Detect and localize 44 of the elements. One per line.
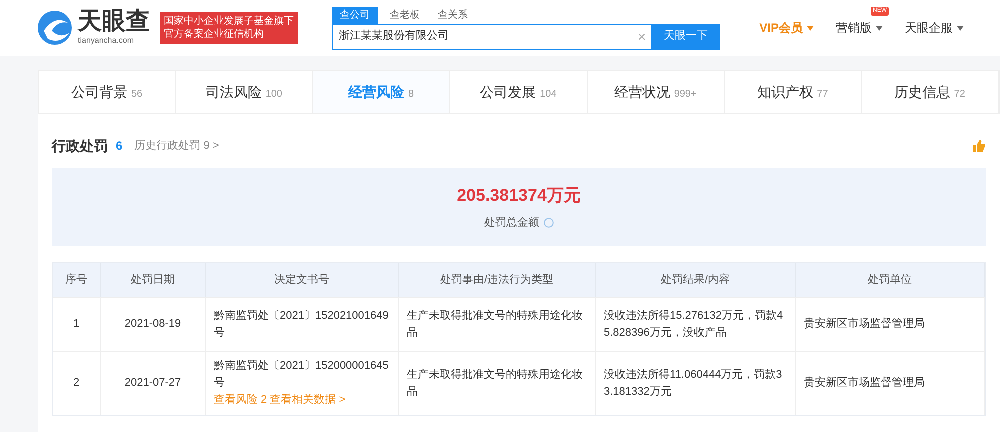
table-cell-text: 生产未取得批准文号的特殊用途化妆品 xyxy=(407,308,584,340)
total-amount: 205.381374万元 xyxy=(457,185,581,207)
section-count: 6 xyxy=(116,138,123,155)
thumb-icon[interactable] xyxy=(972,140,986,152)
nav-tab[interactable]: 公司背景 56 xyxy=(39,71,176,113)
nav-tab[interactable]: 历史信息 72 xyxy=(862,71,999,113)
top-link[interactable]: 营销版 xyxy=(836,19,872,37)
table-cell-text: 生产未取得批准文号的特殊用途化妆品 xyxy=(407,368,584,400)
caret-icon xyxy=(876,26,883,30)
column-header: 决定文书号 xyxy=(206,263,399,297)
total-label: 处罚总金额 xyxy=(484,216,540,230)
nav-tab[interactable]: 公司发展 104 xyxy=(450,71,588,113)
caret-icon xyxy=(957,26,964,30)
table-cell-text: 没收违法所得11.060444万元，罚款33.181332万元 xyxy=(604,368,784,400)
table-cell-text: 黔南监罚处〔2021〕152021001649号 xyxy=(214,308,390,340)
banner-text: 国家中小企业发展子基金旗下 xyxy=(164,15,294,28)
nav-tab[interactable]: 知识产权 77 xyxy=(724,71,862,113)
column-header: 处罚日期 xyxy=(101,263,206,297)
table-cell-text: 2021-07-27 xyxy=(124,376,182,391)
table-cell-text: 贵安新区市场监督管理局 xyxy=(804,376,926,391)
nav-tab[interactable]: 经营状况 999+ xyxy=(588,71,725,113)
table-cell-text: 贵安新区市场监督管理局 xyxy=(804,316,926,332)
table-cell-text: 2 xyxy=(73,376,80,391)
table-cell-text: 1 xyxy=(73,317,80,332)
column-header: 序号 xyxy=(53,263,101,297)
search-tab[interactable]: 查老板 xyxy=(384,6,426,24)
table-cell-text: 2021-08-19 xyxy=(124,317,182,332)
table-cell-text: 黔南监罚处〔2021〕152000001645号 xyxy=(214,359,390,391)
section-title: 行政处罚 xyxy=(52,136,108,156)
search-field[interactable]: 浙江某某股份有限公司 xyxy=(332,24,652,50)
close-icon[interactable] xyxy=(639,34,645,40)
logo-domain: tianyancha.com xyxy=(78,35,136,47)
column-header: 处罚事由/违法行为类型 xyxy=(399,263,596,297)
table-cell-text: 没收违法所得15.276132万元，罚款45.828396万元，没收产品 xyxy=(604,308,784,340)
eye-logo-icon xyxy=(36,9,74,47)
logo-name: 天眼查 xyxy=(78,9,150,35)
banner-text: 官方备案企业征信机构 xyxy=(164,28,265,41)
column-header: 处罚单位 xyxy=(796,263,985,297)
top-link[interactable]: 天眼企服 xyxy=(905,19,953,37)
search-tab[interactable]: 查关系 xyxy=(432,6,474,24)
history-link[interactable]: 历史行政处罚 9 > xyxy=(134,138,220,154)
caret-icon xyxy=(807,26,814,30)
column-header: 处罚结果/内容 xyxy=(596,263,796,297)
help-icon[interactable] xyxy=(544,218,554,228)
